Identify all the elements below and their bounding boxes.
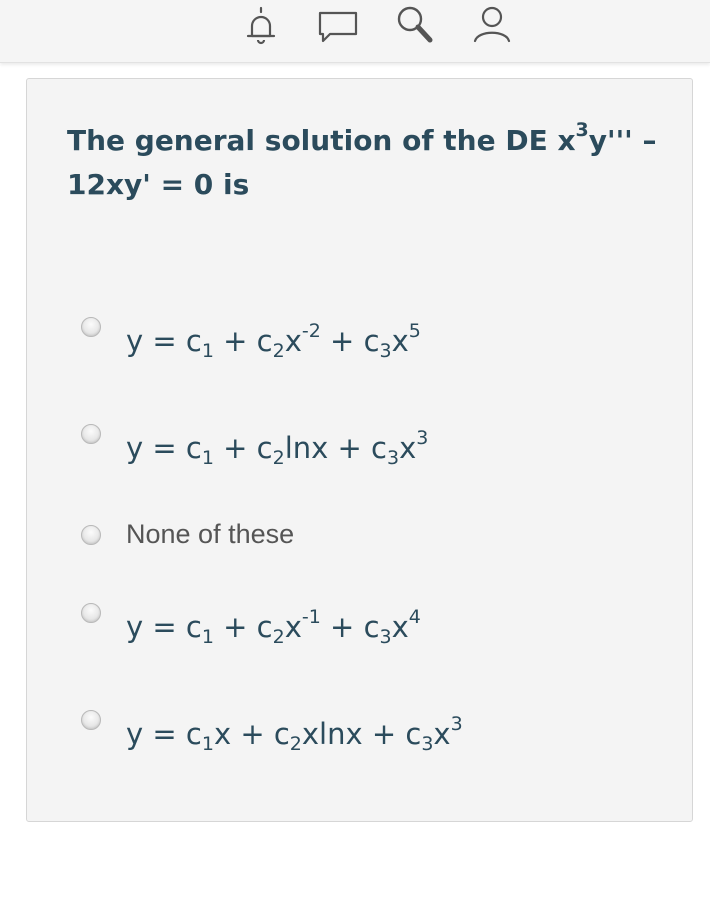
radio-button[interactable] (81, 710, 101, 730)
question-card: The general solution of the DE x3y''' – … (26, 78, 693, 822)
question-line2: 12xy' = 0 is (67, 168, 250, 201)
search-icon[interactable] (392, 2, 438, 48)
question-line1-post: y''' – (588, 124, 657, 157)
radio-button[interactable] (81, 603, 101, 623)
option-label: y = c1 + c2x-2 + c3x5 (126, 320, 421, 362)
option-label: y = c1x + c2xlnx + c3x3 (126, 713, 463, 755)
option-label: y = c1 + c2lnx + c3x3 (126, 427, 429, 469)
question-exponent: 3 (575, 119, 589, 141)
option-label: None of these (126, 519, 295, 549)
question-line1-pre: The general solution of the DE x (67, 124, 576, 157)
bell-icon[interactable] (238, 2, 284, 48)
question-text: The general solution of the DE x3y''' – … (67, 119, 667, 207)
radio-button[interactable] (81, 424, 101, 444)
answer-option-5[interactable]: y = c1x + c2xlnx + c3x3 (81, 703, 463, 754)
answer-option-3[interactable]: None of these (81, 519, 294, 550)
radio-button[interactable] (81, 524, 101, 545)
comment-icon[interactable] (315, 2, 361, 48)
radio-button[interactable] (81, 317, 101, 337)
answer-option-4[interactable]: y = c1 + c2x-1 + c3x4 (81, 596, 421, 647)
answer-option-2[interactable]: y = c1 + c2lnx + c3x3 (81, 417, 428, 468)
top-navigation-bar (0, 0, 710, 63)
answer-option-1[interactable]: y = c1 + c2x-2 + c3x5 (81, 310, 421, 361)
user-icon[interactable] (469, 2, 515, 48)
option-label: y = c1 + c2x-1 + c3x4 (126, 606, 421, 648)
